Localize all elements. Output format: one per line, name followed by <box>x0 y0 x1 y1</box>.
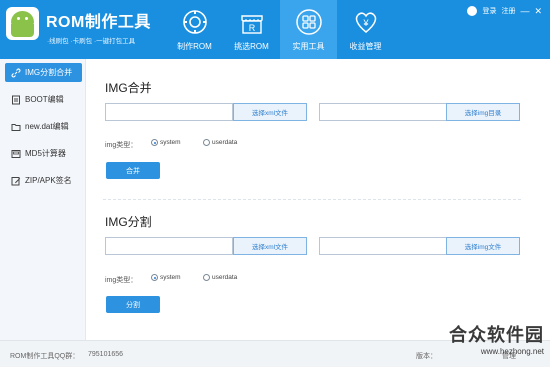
login-link[interactable]: 登录 <box>482 6 496 16</box>
tab-label: 挑选ROM <box>234 42 269 51</box>
close-button[interactable]: ✕ <box>534 6 542 16</box>
register-link[interactable]: 注册 <box>501 6 515 16</box>
radio-label: system <box>160 274 181 281</box>
radio-dot <box>203 139 210 146</box>
merge-button[interactable]: 合并 <box>106 162 160 179</box>
app-logo <box>6 7 39 40</box>
sidebar-item-newdat-edit[interactable]: new.dat编辑 <box>5 117 82 136</box>
qq-group-label: ROM制作工具QQ群： <box>10 353 80 360</box>
split-radio-userdata[interactable]: userdata <box>203 274 237 281</box>
version-label: 版本： <box>416 353 437 360</box>
split-xml-path-input[interactable] <box>105 237 233 255</box>
section-divider <box>103 199 521 200</box>
radio-dot <box>203 274 210 281</box>
folder-icon <box>11 122 21 132</box>
app-title: ROM制作工具 <box>46 14 151 31</box>
split-section-title: IMG分割 <box>105 215 152 229</box>
sidebar-item-md5-calculator[interactable]: MD5计算器 <box>5 144 82 163</box>
tab-earnings[interactable]: ¥ 收益管理 <box>337 0 394 59</box>
sidebar-item-label: MD5计算器 <box>25 149 66 158</box>
app-header: ROM制作工具 ·线刷包 ·卡刷包 ·一键打包工具 制作ROM R 挑选ROM <box>0 0 550 59</box>
svg-text:R: R <box>248 23 255 33</box>
gear-icon <box>182 10 207 34</box>
qq-group-number: 795101656 <box>88 351 124 358</box>
split-radio-system[interactable]: system <box>151 274 181 281</box>
merge-section-title: IMG合并 <box>105 81 152 95</box>
tab-label: 制作ROM <box>177 42 212 51</box>
sidebar-item-label: ZIP/APK签名 <box>25 176 72 185</box>
merge-select-img-dir-button[interactable]: 选择img目录 <box>446 103 520 121</box>
radio-dot <box>151 274 158 281</box>
sidebar-item-label: BOOT编辑 <box>25 95 64 104</box>
header-actions: 登录 注册 — ✕ <box>467 6 542 16</box>
radio-dot <box>151 139 158 146</box>
sidebar-item-boot-edit[interactable]: BOOT编辑 <box>5 90 82 109</box>
sidebar-item-zip-apk-sign[interactable]: ZIP/APK签名 <box>5 171 82 190</box>
link-icon <box>11 67 21 78</box>
split-button[interactable]: 分割 <box>106 296 160 313</box>
yen-heart-icon: ¥ <box>355 12 376 33</box>
md5-icon <box>11 149 21 159</box>
sidebar-item-label: IMG分割合并 <box>25 68 73 77</box>
tab-select-rom[interactable]: R 挑选ROM <box>223 0 280 59</box>
grid-icon <box>295 9 322 35</box>
merge-radio-system[interactable]: system <box>151 139 181 146</box>
minimize-button[interactable]: — <box>520 6 529 16</box>
main-panel: IMG合并 选择xml文件 选择img目录 img类型： system user… <box>87 59 550 340</box>
edit-icon <box>11 176 21 186</box>
shop-icon: R <box>240 15 263 34</box>
watermark: 合众软件园 www.hezhong.net <box>440 321 544 367</box>
merge-select-xml-button[interactable]: 选择xml文件 <box>233 103 307 121</box>
sidebar: IMG分割合并 BOOT编辑 new.dat编辑 MD5计算器 ZIP/APK签… <box>0 59 86 340</box>
tab-utilities[interactable]: 实用工具 <box>280 0 337 59</box>
app-subtitle: ·线刷包 ·卡刷包 ·一键打包工具 <box>47 38 136 45</box>
document-icon <box>11 95 21 105</box>
sidebar-item-img-merge-split[interactable]: IMG分割合并 <box>5 63 82 82</box>
split-select-xml-button[interactable]: 选择xml文件 <box>233 237 307 255</box>
tab-label: 收益管理 <box>349 42 382 51</box>
merge-xml-path-input[interactable] <box>105 103 233 121</box>
tab-make-rom[interactable]: 制作ROM <box>166 0 223 59</box>
merge-radio-userdata[interactable]: userdata <box>203 139 237 146</box>
split-select-img-file-button[interactable]: 选择img文件 <box>446 237 520 255</box>
radio-label: userdata <box>212 274 238 281</box>
watermark-url: www.hezhong.net <box>480 347 544 356</box>
split-img-path-input[interactable] <box>319 237 447 255</box>
radio-label: system <box>160 139 181 146</box>
watermark-text: 合众软件园 <box>449 325 544 345</box>
tab-label: 实用工具 <box>292 42 325 51</box>
avatar[interactable] <box>467 6 478 16</box>
sidebar-item-label: new.dat编辑 <box>25 122 69 131</box>
split-img-type-label: img类型： <box>105 277 138 284</box>
merge-img-type-label: img类型： <box>105 142 138 149</box>
merge-img-dir-input[interactable] <box>319 103 447 121</box>
radio-label: userdata <box>212 139 238 146</box>
svg-text:¥: ¥ <box>362 18 369 28</box>
